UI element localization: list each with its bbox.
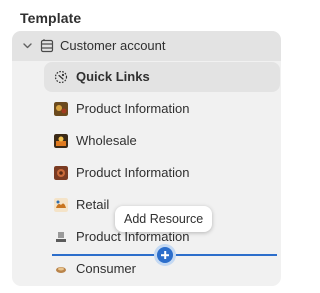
product-thumbnail-icon [54, 102, 68, 116]
block-item-product-information[interactable]: Product Information [44, 94, 280, 124]
section-layout-icon [40, 39, 54, 53]
product-thumbnail-icon [54, 230, 68, 244]
block-item-label: Consumer [76, 261, 136, 276]
consumer-thumbnail-icon [54, 262, 68, 276]
wholesale-thumbnail-icon [54, 134, 68, 148]
block-item-label: Product Information [76, 101, 190, 116]
retail-thumbnail-icon [54, 198, 68, 212]
panel-heading: Template [20, 10, 82, 26]
block-item-label: Retail [76, 197, 110, 212]
template-panel: Template Customer account Quick Links Pr… [0, 0, 298, 293]
add-resource-tooltip: Add Resource [115, 206, 213, 232]
product-thumbnail-icon [54, 166, 68, 180]
block-item-product-information[interactable]: Product Information [44, 158, 280, 188]
block-item-label: Wholesale [76, 133, 137, 148]
add-resource-button[interactable] [154, 244, 176, 266]
plus-icon [157, 247, 173, 263]
section-customer-account[interactable]: Customer account [12, 31, 281, 61]
block-item-wholesale[interactable]: Wholesale [44, 126, 280, 156]
block-item-label: Product Information [76, 165, 190, 180]
quick-links-icon [54, 70, 68, 84]
block-item-quick-links[interactable]: Quick Links [44, 62, 280, 92]
chevron-down-icon[interactable] [22, 40, 33, 51]
block-item-label: Quick Links [76, 69, 150, 84]
section-label: Customer account [60, 38, 166, 53]
